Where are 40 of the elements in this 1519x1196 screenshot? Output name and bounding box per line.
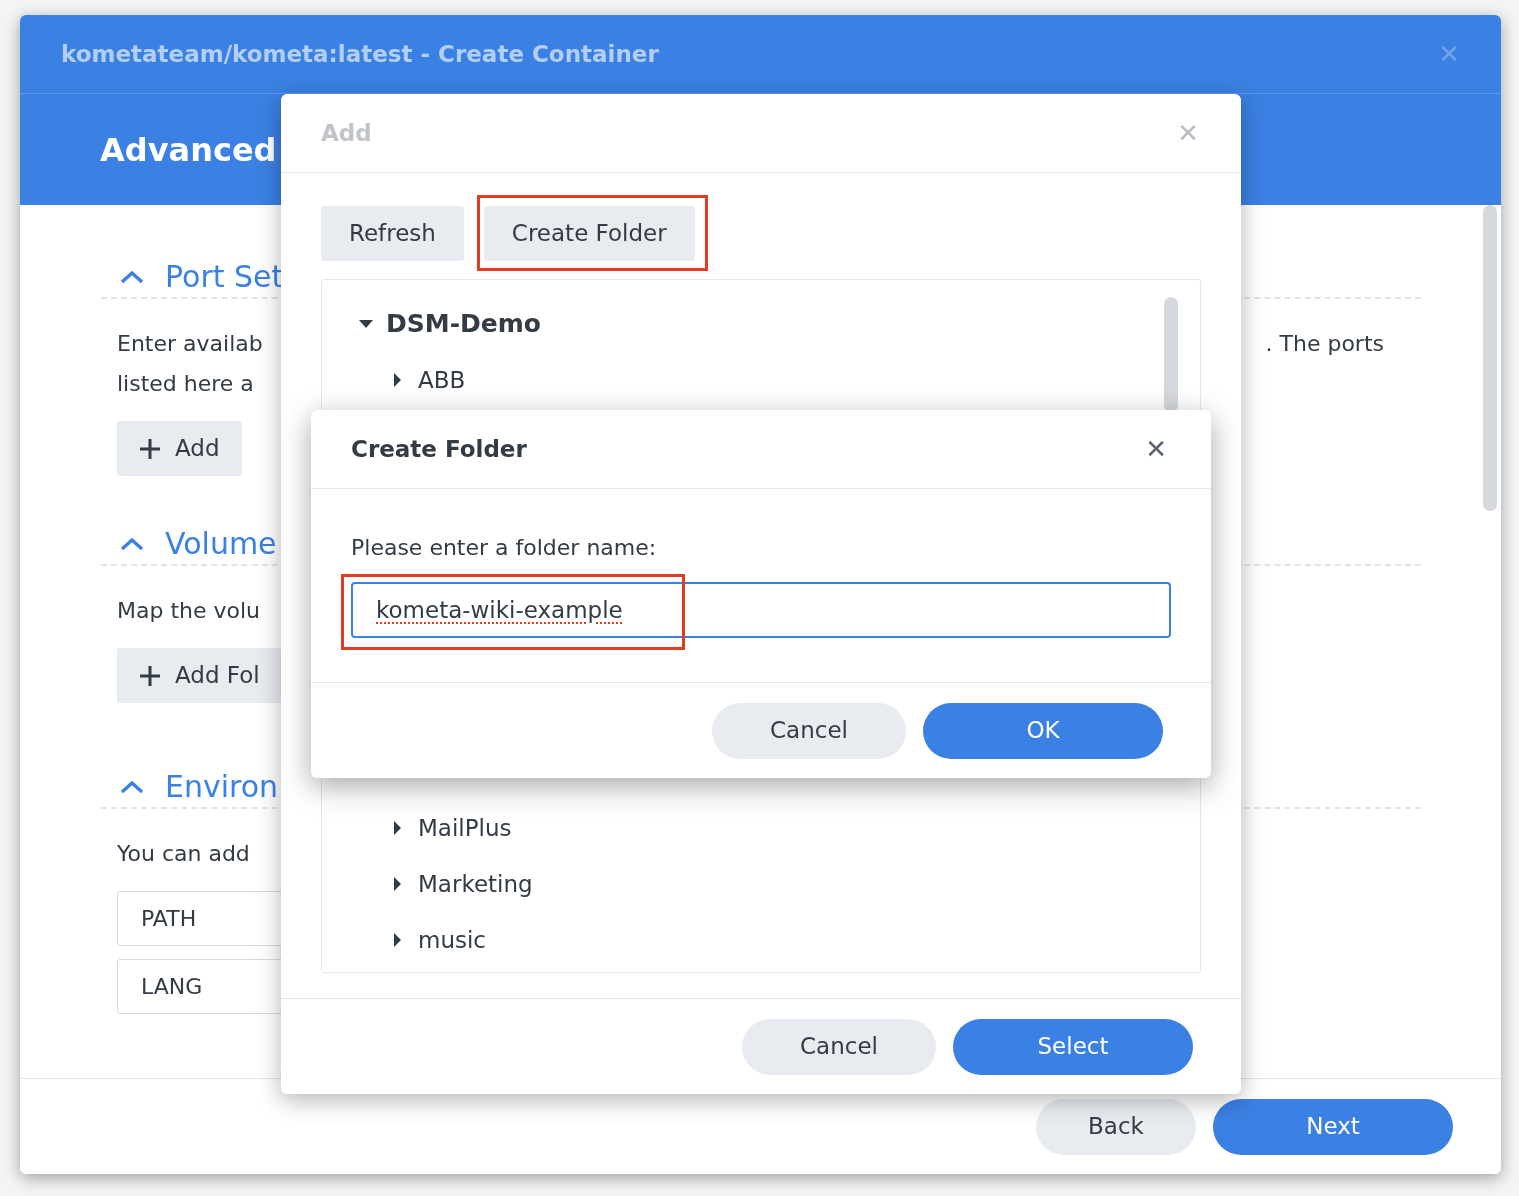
- collapse-chevron-icon[interactable]: [119, 269, 145, 285]
- section-title: Environ: [165, 772, 279, 802]
- back-button[interactable]: Back: [1036, 1098, 1196, 1155]
- page-heading: Advanced: [100, 129, 277, 171]
- field-value: PATH: [141, 905, 197, 933]
- prompt-text: Please enter a folder name:: [351, 534, 658, 562]
- add-button[interactable]: Add: [117, 421, 242, 476]
- close-button[interactable]: ✕: [1145, 436, 1167, 462]
- description-text: . The ports: [1265, 329, 1384, 358]
- tree-item[interactable]: ABB: [418, 362, 466, 398]
- add-button[interactable]: Add Fol: [117, 648, 282, 703]
- dialog-title: Create Folder: [351, 434, 527, 464]
- next-button[interactable]: Next: [1213, 1098, 1453, 1155]
- field-value: LANG: [141, 973, 203, 1001]
- description-text: Enter availab: [117, 329, 263, 358]
- tree-item[interactable]: music: [418, 922, 486, 958]
- plus-icon: [139, 664, 161, 687]
- collapse-chevron-icon[interactable]: [119, 779, 145, 795]
- tree-item[interactable]: Marketing: [418, 866, 533, 902]
- collapse-chevron-icon[interactable]: [119, 536, 145, 552]
- description-text: You can add: [117, 839, 250, 868]
- section-title: Port Set: [165, 262, 284, 292]
- scrollbar-thumb[interactable]: [1483, 205, 1497, 511]
- cancel-button[interactable]: Cancel: [712, 702, 906, 759]
- tree-item[interactable]: DSM-Demo: [386, 305, 541, 343]
- dialog-title: Add: [321, 118, 372, 148]
- plus-icon: [139, 437, 161, 460]
- description-text: Map the volu: [117, 596, 261, 625]
- field-value: kometa-wiki-example: [376, 595, 623, 625]
- window-title: kometateam/kometa:latest - Create Container: [61, 39, 659, 69]
- ok-button[interactable]: OK: [923, 702, 1163, 759]
- toolbar-button[interactable]: Refresh: [321, 206, 464, 261]
- description-text: listed here a: [117, 369, 254, 398]
- scrollbar-thumb[interactable]: [1164, 297, 1178, 412]
- select-button[interactable]: Select: [953, 1018, 1193, 1075]
- toolbar-button[interactable]: Create Folder: [483, 206, 695, 261]
- section-title: Volume: [165, 529, 277, 559]
- input-field[interactable]: kometa-wiki-example: [351, 582, 1171, 638]
- cancel-button[interactable]: Cancel: [742, 1018, 936, 1075]
- tree-item[interactable]: MailPlus: [418, 810, 512, 846]
